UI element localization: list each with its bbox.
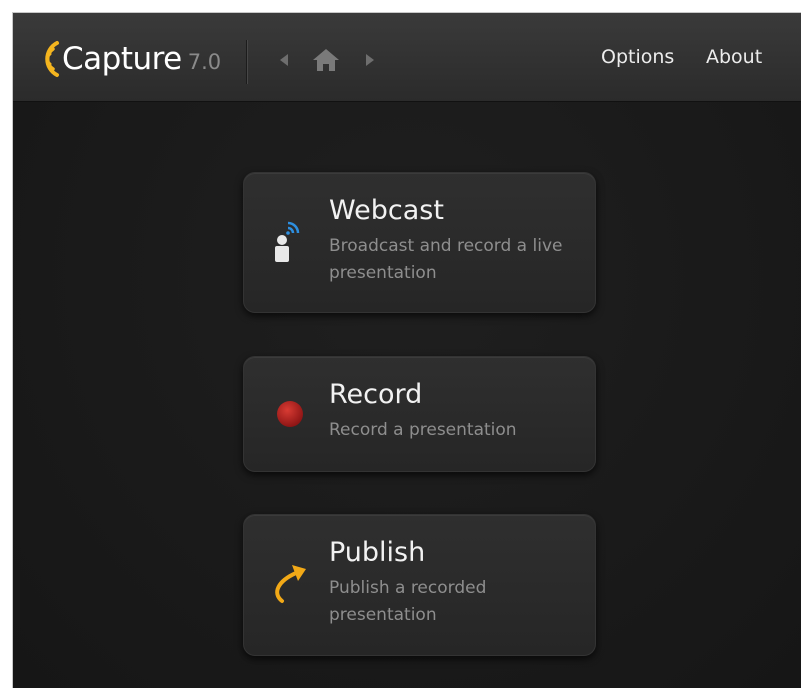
webcast-presenter-icon: [272, 215, 312, 267]
options-menu[interactable]: Options: [601, 46, 674, 68]
home-button[interactable]: [312, 48, 340, 72]
back-button[interactable]: [277, 51, 291, 69]
chevron-left-icon: [280, 54, 288, 66]
app-name: Capture: [62, 41, 182, 77]
publish-card[interactable]: Publish Publish a recorded presentation: [243, 514, 596, 656]
webcast-title: Webcast: [329, 195, 444, 226]
record-title: Record: [329, 379, 423, 410]
webcast-card[interactable]: Webcast Broadcast and record a live pres…: [243, 172, 596, 313]
main-content: Webcast Broadcast and record a live pres…: [13, 102, 801, 688]
record-dot-icon: [275, 399, 305, 429]
record-card[interactable]: Record Record a presentation: [243, 356, 596, 472]
app-version: 7.0: [187, 50, 222, 74]
chevron-right-icon: [366, 54, 374, 66]
about-menu[interactable]: About: [706, 46, 762, 68]
forward-button[interactable]: [363, 51, 377, 69]
home-icon: [313, 49, 339, 71]
publish-title: Publish: [329, 537, 426, 568]
toolbar-divider: [246, 40, 247, 84]
app-window: Capture 7.0 Options About Webcast Broadc…: [12, 12, 801, 688]
signal-waves-icon: [45, 41, 59, 77]
publish-description: Publish a recorded presentation: [329, 578, 487, 625]
top-bar: Capture 7.0 Options About: [13, 13, 801, 102]
publish-arrow-icon: [270, 561, 310, 605]
webcast-description: Broadcast and record a live presentation: [329, 236, 563, 283]
app-logo: Capture 7.0: [33, 37, 221, 81]
record-description: Record a presentation: [329, 420, 517, 440]
